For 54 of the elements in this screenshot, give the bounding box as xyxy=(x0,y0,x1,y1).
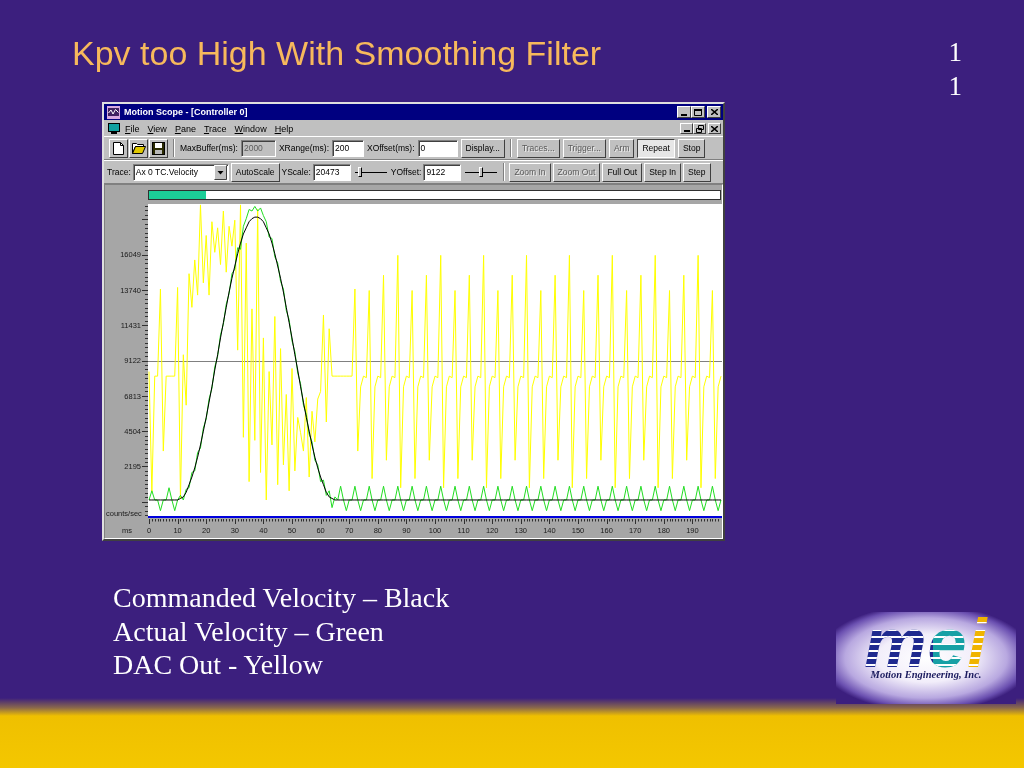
field-label: YOffset: xyxy=(390,167,422,177)
toolbar-button[interactable]: Stop xyxy=(677,138,706,158)
app-icon xyxy=(107,105,120,119)
autoscale-button[interactable]: AutoScale xyxy=(230,162,280,182)
toolbar-button[interactable]: Full Out xyxy=(602,162,643,182)
slide-title: Kpv too High With Smoothing Filter xyxy=(72,34,602,74)
legend-text: Actual Velocity – Green xyxy=(113,614,385,648)
display-button[interactable]: Display... xyxy=(460,138,505,158)
trace-dropdown[interactable]: Ax 0 TC.Velocity xyxy=(132,163,229,181)
minimize-icon xyxy=(681,113,687,116)
open-button[interactable] xyxy=(129,138,148,158)
dropdown-arrow-icon xyxy=(213,164,227,180)
text-field[interactable]: 20473 xyxy=(312,163,351,181)
menu-item[interactable]: Pane xyxy=(170,123,200,134)
menu-item[interactable]: Help xyxy=(270,123,298,134)
logo-wordmark: mei xyxy=(864,617,988,669)
restore-icon xyxy=(695,124,704,133)
text-field[interactable]: 9122 xyxy=(423,163,462,181)
close-button[interactable] xyxy=(707,106,721,118)
window-title: Motion Scope - [Controller 0] xyxy=(124,107,248,117)
save-button[interactable] xyxy=(149,138,168,158)
toolbar-button[interactable]: Repeat xyxy=(637,138,675,158)
text-field[interactable]: 0 xyxy=(417,139,458,157)
toolbar-button[interactable]: Step In xyxy=(644,162,682,182)
field-label: YScale: xyxy=(281,167,311,177)
restore-button[interactable] xyxy=(693,123,706,134)
legend-text: Commanded Velocity – Black xyxy=(113,581,450,615)
minimize-icon xyxy=(683,130,690,132)
close-button[interactable] xyxy=(708,123,721,134)
monitor-icon[interactable] xyxy=(108,123,120,134)
close-icon xyxy=(711,125,718,132)
text-field[interactable]: 200 xyxy=(332,139,364,157)
close-icon xyxy=(710,109,718,115)
slider-thumb[interactable] xyxy=(478,167,483,177)
legend-text: DAC Out - Yellow xyxy=(113,648,325,682)
field-label: XOffset(ms): xyxy=(367,143,415,153)
field-label: Trace: xyxy=(107,167,131,177)
field-label: MaxBuffer(ms): xyxy=(180,143,238,153)
minimize-button[interactable] xyxy=(680,123,693,134)
menu-item[interactable]: View xyxy=(143,123,171,134)
logo-company-name: Motion Engineering, Inc. xyxy=(870,669,982,681)
new-button[interactable] xyxy=(109,138,128,158)
toolbar-button[interactable]: Step xyxy=(683,162,711,182)
slider-thumb[interactable] xyxy=(357,167,362,177)
new-page-icon xyxy=(113,141,124,155)
maximize-icon xyxy=(694,108,702,116)
menu-item[interactable]: Trace xyxy=(199,123,231,134)
slide-number: 11 xyxy=(948,36,962,103)
maximize-button[interactable] xyxy=(691,106,705,118)
menu-item[interactable]: Window xyxy=(230,123,271,134)
menu-item[interactable]: File xyxy=(121,123,144,134)
folder-icon xyxy=(131,142,146,154)
field-label: XRange(ms): xyxy=(278,143,329,153)
minimize-button[interactable] xyxy=(677,106,691,118)
